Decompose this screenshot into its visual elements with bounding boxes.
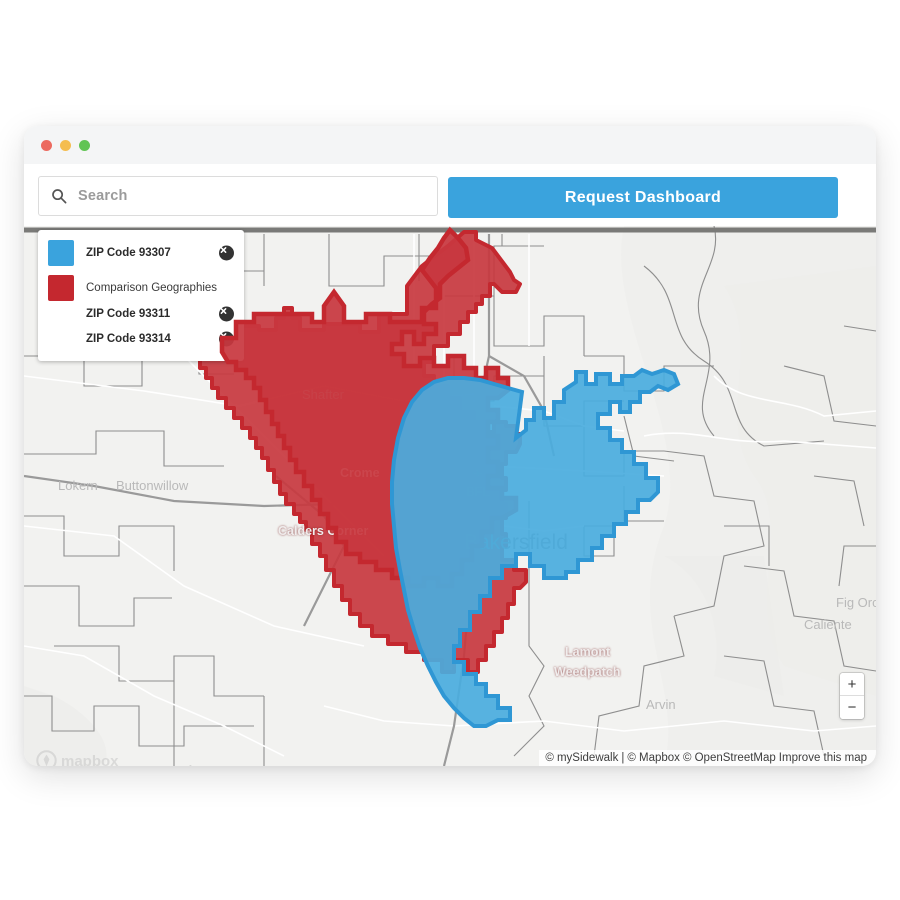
request-dashboard-button[interactable]: Request Dashboard (448, 177, 838, 218)
blue-zip-polygon (390, 367, 681, 728)
browser-window: Search Request Dashboard Lokern Buttonwi… (24, 126, 876, 766)
minimize-window-button[interactable] (60, 140, 71, 151)
window-titlebar (24, 126, 876, 165)
map-canvas[interactable]: Shafter Lokern Buttonwillow Crome Calder… (24, 226, 876, 766)
screenshot-root: Search Request Dashboard Lokern Buttonwi… (0, 0, 900, 900)
search-placeholder: Search (78, 188, 128, 204)
close-window-button[interactable] (41, 140, 52, 151)
search-icon (51, 188, 67, 204)
search-input[interactable]: Search (38, 176, 438, 216)
app-toolbar: Search Request Dashboard (24, 164, 876, 226)
maximize-window-button[interactable] (79, 140, 90, 151)
zip-polygons (219, 226, 681, 728)
